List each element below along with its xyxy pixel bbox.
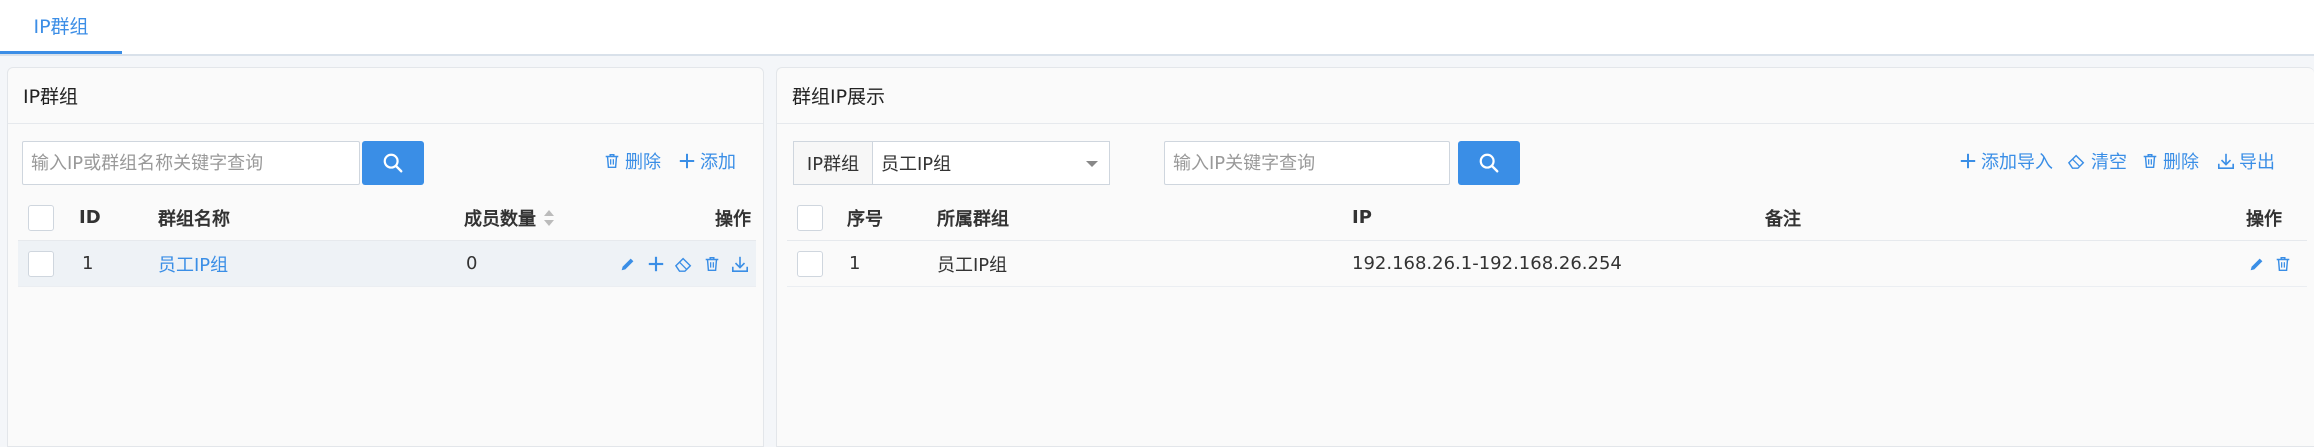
edit-icon[interactable]: [2245, 252, 2269, 276]
col-ops: 操作: [715, 208, 751, 230]
group-filter-select[interactable]: 员工IP组: [873, 141, 1110, 185]
clear-label: 清空: [2091, 152, 2127, 173]
edit-icon[interactable]: [616, 252, 640, 276]
trash-icon[interactable]: [700, 252, 724, 276]
row-ip: 192.168.26.1-192.168.26.254: [1352, 253, 1622, 274]
delete-label: 删除: [2163, 152, 2199, 173]
row-checkbox[interactable]: [797, 250, 823, 277]
add-label: 添加: [700, 152, 736, 173]
row-checkbox[interactable]: [28, 250, 54, 277]
row-actions: [616, 241, 752, 286]
top-tab-bar: IP群组: [0, 0, 2314, 56]
plus-icon: [1960, 153, 1976, 169]
table-row: 1 员工IP组 0: [18, 241, 756, 287]
ip-search-button[interactable]: [1458, 141, 1520, 185]
row-seq: 1: [849, 253, 861, 274]
download-icon[interactable]: [728, 252, 752, 276]
ip-delete-button[interactable]: 删除: [2141, 148, 2199, 174]
panel-title: IP群组: [8, 68, 763, 124]
row-actions: [2245, 241, 2295, 286]
tab-ip-group[interactable]: IP群组: [0, 0, 122, 54]
col-ops: 操作: [2246, 208, 2282, 230]
export-label: 导出: [2239, 152, 2275, 173]
eraser-icon: [2067, 154, 2085, 169]
col-group: 所属群组: [937, 208, 1009, 230]
group-search-button[interactable]: [362, 141, 424, 185]
trash-icon: [2143, 153, 2157, 169]
ip-group-panel: IP群组 删除 添加 ID 群组名称 成员数量: [7, 67, 764, 447]
row-group-name-link[interactable]: 员工IP组: [158, 241, 228, 286]
group-filter-value: 员工IP组: [881, 154, 952, 175]
add-import-button[interactable]: 添加导入: [1959, 148, 2053, 174]
add-import-label: 添加导入: [1981, 152, 2053, 173]
trash-icon[interactable]: [2271, 252, 2295, 276]
chevron-down-icon: [1086, 161, 1098, 167]
ip-table-header: 序号 所属群组 IP 备注 操作: [787, 195, 2307, 241]
col-note: 备注: [1765, 208, 1801, 230]
col-group-name: 群组名称: [158, 208, 230, 230]
delete-label: 删除: [625, 152, 661, 173]
eraser-icon[interactable]: [672, 252, 696, 276]
row-group: 员工IP组: [937, 254, 1008, 276]
plus-icon[interactable]: [644, 252, 668, 276]
col-seq: 序号: [847, 208, 883, 230]
ip-search-input[interactable]: [1164, 141, 1450, 185]
col-member-count[interactable]: 成员数量: [464, 195, 556, 240]
row-id: 1: [82, 253, 94, 274]
trash-icon: [605, 153, 619, 169]
sort-icon[interactable]: [542, 208, 556, 228]
table-row: 1 员工IP组 192.168.26.1-192.168.26.254: [787, 241, 2307, 287]
group-add-button[interactable]: 添加: [678, 148, 736, 174]
select-all-checkbox[interactable]: [797, 204, 823, 231]
col-member-count-label: 成员数量: [464, 208, 536, 230]
panel-title: 群组IP展示: [777, 68, 2314, 124]
col-id: ID: [79, 207, 101, 228]
row-member-count: 0: [466, 253, 478, 274]
search-icon: [383, 153, 403, 173]
download-icon: [2217, 153, 2235, 170]
group-table-header: ID 群组名称 成员数量 操作: [18, 195, 756, 241]
clear-button[interactable]: 清空: [2067, 148, 2127, 174]
plus-icon: [679, 153, 695, 169]
group-filter-label: IP群组: [793, 141, 873, 185]
select-all-checkbox[interactable]: [28, 204, 54, 231]
col-ip: IP: [1352, 207, 1372, 228]
group-ip-panel: 群组IP展示 IP群组 员工IP组 添加导入 清空 删除: [776, 67, 2314, 447]
group-delete-button[interactable]: 删除: [603, 148, 661, 174]
group-search-input[interactable]: [22, 141, 360, 185]
export-button[interactable]: 导出: [2217, 148, 2275, 174]
search-icon: [1479, 153, 1499, 173]
